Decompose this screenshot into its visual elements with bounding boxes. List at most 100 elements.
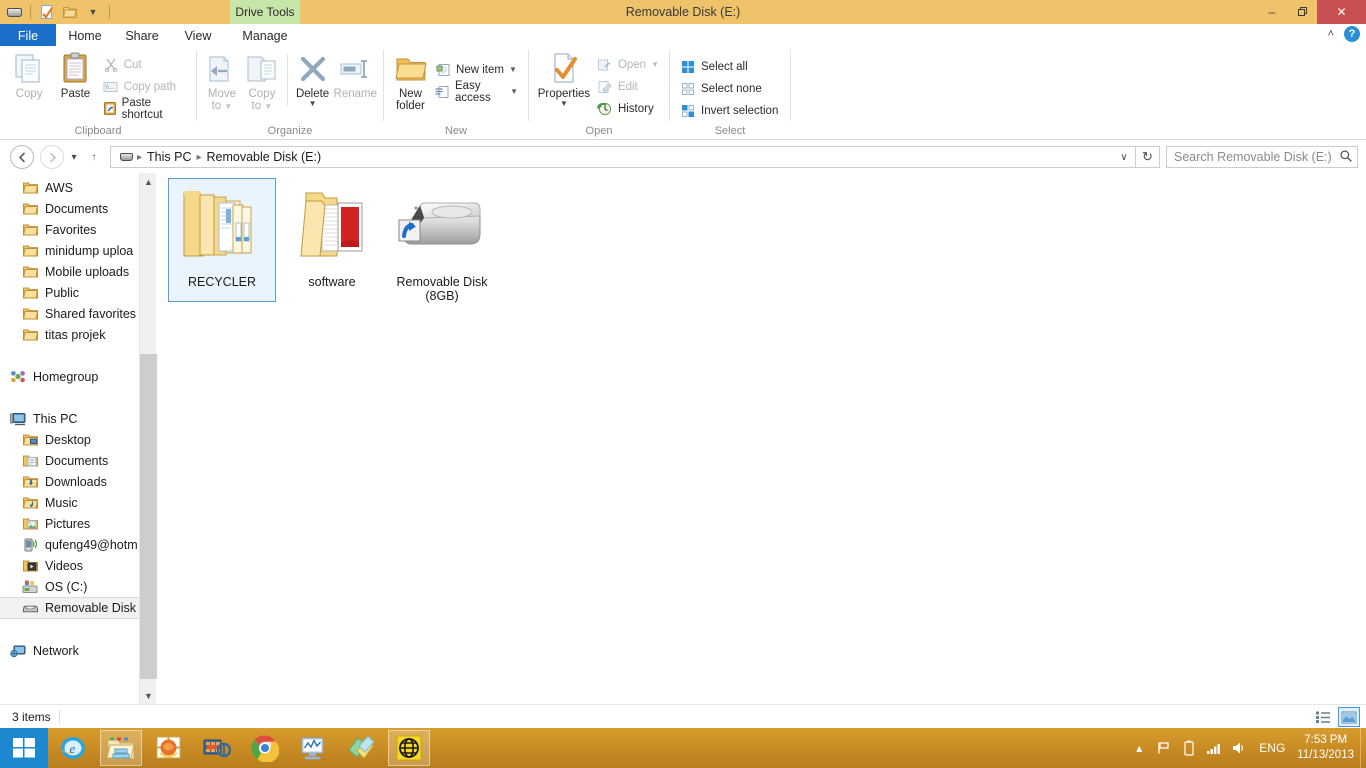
- close-button[interactable]: ✕: [1317, 0, 1366, 24]
- sidebar-item-music[interactable]: Music: [0, 492, 139, 513]
- sidebar-item-downloads[interactable]: Downloads: [0, 471, 139, 492]
- open-button[interactable]: Open ▼: [593, 54, 663, 75]
- navigation-scrollbar[interactable]: ▲ ▼: [139, 173, 157, 704]
- tab-view[interactable]: View: [172, 24, 224, 47]
- file-item-removable-disk[interactable]: Removable Disk (8GB): [389, 179, 495, 317]
- battery-icon[interactable]: [1181, 739, 1197, 757]
- language-indicator[interactable]: ENG: [1256, 741, 1288, 755]
- paste-shortcut-button[interactable]: Paste shortcut: [99, 97, 190, 121]
- taskbar-windows-photo-viewer[interactable]: [148, 730, 190, 766]
- sidebar-item-qufeng49-phone[interactable]: qufeng49@hotm: [0, 534, 139, 555]
- copy-button[interactable]: Copy: [6, 51, 52, 100]
- taskbar-internet-explorer[interactable]: e: [52, 730, 94, 766]
- delete-caret[interactable]: ▼: [309, 100, 317, 108]
- search-box[interactable]: Search Removable Disk (E:): [1166, 146, 1358, 168]
- collapse-ribbon-button[interactable]: ˄: [1328, 28, 1334, 40]
- open-caret[interactable]: ▼: [651, 60, 659, 69]
- new-folder-button[interactable]: New folder: [390, 51, 431, 112]
- tab-share[interactable]: Share: [116, 24, 168, 47]
- scrollbar-thumb[interactable]: [140, 354, 157, 679]
- forward-button[interactable]: [40, 145, 64, 169]
- address-dropdown-button[interactable]: ∨: [1115, 147, 1133, 167]
- taskbar-google-chrome[interactable]: [244, 730, 286, 766]
- organize-inner-divider: [286, 54, 288, 106]
- sidebar-item-minidump-uploads[interactable]: minidump uploa: [0, 240, 139, 261]
- sidebar-item-titas-projek[interactable]: titas projek: [0, 324, 139, 345]
- breadcrumb-this-pc[interactable]: This PC: [144, 150, 194, 164]
- sidebar-item-mobile-uploads[interactable]: Mobile uploads: [0, 261, 139, 282]
- history-label: History: [617, 102, 654, 115]
- help-button[interactable]: ?: [1344, 26, 1360, 42]
- back-button[interactable]: [10, 145, 34, 169]
- tab-home[interactable]: Home: [58, 24, 112, 47]
- sidebar-item-public[interactable]: Public: [0, 282, 139, 303]
- tab-file[interactable]: File: [0, 24, 56, 47]
- show-hidden-icons-button[interactable]: ▴: [1131, 739, 1147, 757]
- magnifier-icon[interactable]: [1339, 149, 1353, 166]
- taskbar-globe-app[interactable]: [388, 730, 430, 766]
- sidebar-item-documents[interactable]: Documents: [0, 450, 139, 471]
- file-item-sublabel: (8GB): [425, 289, 459, 303]
- move-to-button[interactable]: Move to ▼: [203, 51, 241, 113]
- sidebar-item-favorites[interactable]: Favorites: [0, 219, 139, 240]
- scroll-down-arrow[interactable]: ▼: [140, 687, 157, 704]
- file-item-software[interactable]: software: [279, 179, 385, 301]
- details-view-button[interactable]: [1312, 707, 1334, 727]
- easy-access-caret[interactable]: ▼: [510, 87, 518, 96]
- copy-path-button[interactable]: \\... Copy path: [99, 76, 190, 97]
- scroll-up-arrow[interactable]: ▲: [140, 173, 157, 190]
- flag-icon[interactable]: [1156, 739, 1172, 757]
- easy-access-button[interactable]: Easy access ▼: [431, 80, 522, 104]
- svg-text:e: e: [70, 741, 76, 756]
- refresh-button[interactable]: ↻: [1136, 146, 1160, 168]
- edit-button[interactable]: Edit: [593, 76, 663, 97]
- sidebar-item-this-pc[interactable]: This PC: [0, 408, 139, 429]
- new-item-caret[interactable]: ▼: [509, 65, 517, 74]
- file-item-recycler[interactable]: RECYCLER: [168, 178, 276, 302]
- sidebar-label: Homegroup: [33, 369, 99, 384]
- new-item-button[interactable]: New item ▼: [431, 59, 522, 80]
- select-all-button[interactable]: Select all: [676, 56, 782, 77]
- recent-locations-dropdown[interactable]: ▾: [64, 145, 84, 169]
- volume-icon[interactable]: [1231, 739, 1247, 757]
- sidebar-item-videos[interactable]: Videos: [0, 555, 139, 576]
- taskbar-sticky-notes[interactable]: [340, 730, 382, 766]
- cut-button[interactable]: Cut: [99, 54, 190, 75]
- sidebar-item-pictures[interactable]: Pictures: [0, 513, 139, 534]
- up-button[interactable]: ↑: [84, 145, 104, 169]
- sidebar-item-os-c[interactable]: OS (C:): [0, 576, 139, 597]
- sidebar-item-shared-favorites[interactable]: Shared favorites: [0, 303, 139, 324]
- sidebar-item-aws[interactable]: AWS: [0, 177, 139, 198]
- delete-button[interactable]: Delete ▼: [294, 51, 332, 108]
- taskbar-resource-monitor[interactable]: [292, 730, 334, 766]
- breadcrumb-removable-disk[interactable]: Removable Disk (E:): [204, 150, 325, 164]
- sidebar-item-removable-disk[interactable]: Removable Disk (: [0, 597, 139, 619]
- large-icons-view-button[interactable]: [1338, 707, 1360, 727]
- properties-caret[interactable]: ▼: [560, 100, 568, 108]
- sidebar-item-homegroup[interactable]: Homegroup: [0, 366, 139, 387]
- sidebar-item-network[interactable]: Network: [0, 640, 139, 661]
- copy-to-button[interactable]: Copy to ▼: [243, 51, 281, 113]
- clock[interactable]: 7:53 PM 11/13/2013: [1297, 733, 1358, 763]
- file-list-view[interactable]: RECYCLER software Removable Disk (8GB): [157, 173, 1366, 704]
- history-button[interactable]: History: [593, 98, 663, 119]
- show-desktop-button[interactable]: [1360, 728, 1366, 768]
- sidebar-item-documents-fav[interactable]: Documents: [0, 198, 139, 219]
- taskbar-windows-movie-maker[interactable]: [196, 730, 238, 766]
- rename-button[interactable]: Rename: [334, 51, 377, 100]
- invert-selection-button[interactable]: Invert selection: [676, 100, 782, 121]
- minimize-button[interactable]: –: [1257, 0, 1287, 24]
- ribbon-divider-5: [790, 50, 791, 121]
- sidebar-item-desktop[interactable]: Desktop: [0, 429, 139, 450]
- tab-manage[interactable]: Manage: [230, 24, 300, 47]
- select-none-button[interactable]: Select none: [676, 78, 782, 99]
- paste-button[interactable]: Paste: [52, 51, 98, 100]
- select-none-label: Select none: [701, 82, 762, 95]
- network-signal-icon[interactable]: [1206, 739, 1222, 757]
- properties-button[interactable]: Properties ▼: [535, 51, 593, 108]
- start-button[interactable]: [0, 728, 48, 768]
- breadcrumb-bar[interactable]: ▸ This PC ▸ Removable Disk (E:) ∨: [110, 146, 1136, 168]
- maximize-button[interactable]: [1287, 0, 1317, 24]
- taskbar-file-explorer[interactable]: [100, 730, 142, 766]
- search-input[interactable]: Search Removable Disk (E:): [1174, 150, 1339, 164]
